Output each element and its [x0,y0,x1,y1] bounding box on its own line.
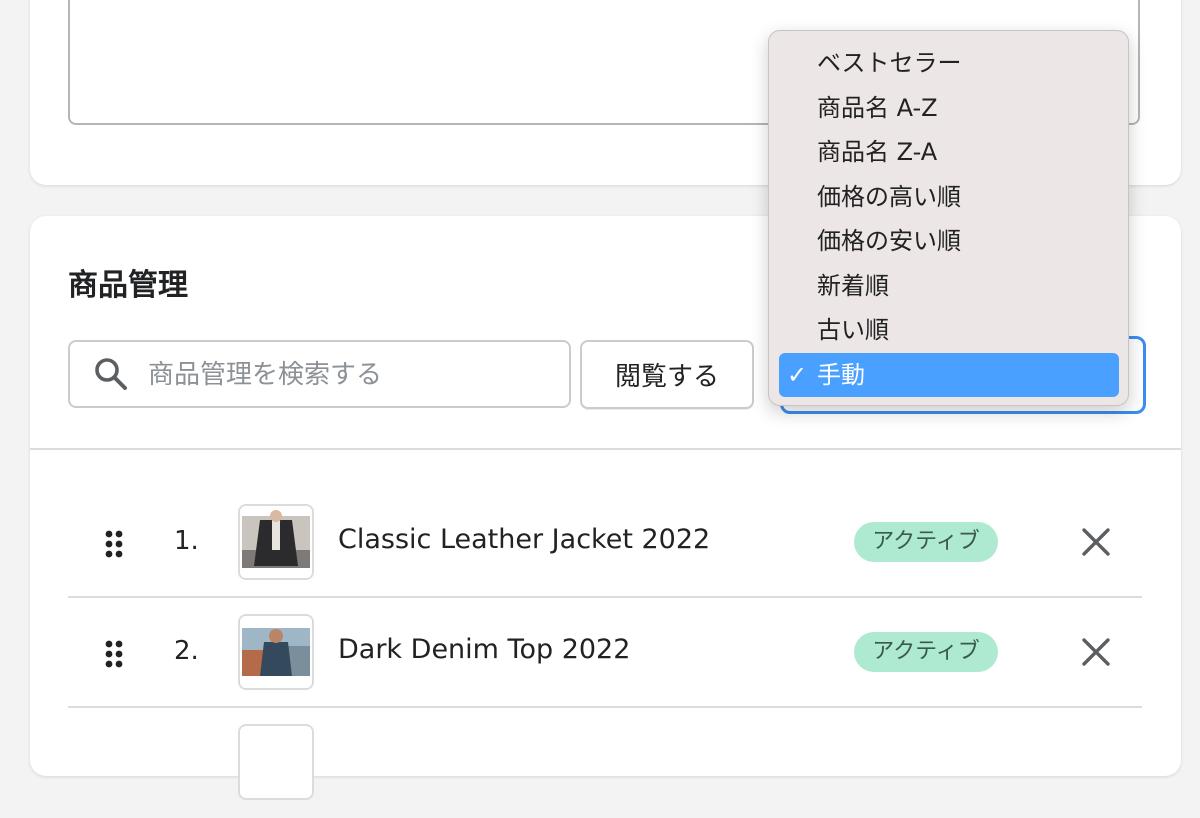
close-icon [1082,528,1110,556]
product-name[interactable]: Dark Denim Top 2022 [338,634,630,665]
search-field[interactable] [68,340,571,408]
denim-top-image [238,614,314,690]
close-icon [1082,638,1110,666]
sort-dropdown-menu: ベストセラー 商品名 A-Z 商品名 Z-A 価格の高い順 価格の安い順 新着順… [768,30,1129,406]
remove-product-button[interactable] [1074,630,1118,674]
row-index: 2. [174,636,199,666]
product-row [68,708,1142,818]
sort-option-name-az[interactable]: 商品名 A-Z [779,86,1119,130]
remove-product-button[interactable] [1074,520,1118,564]
search-input[interactable] [146,350,550,400]
sort-option-name-za[interactable]: 商品名 Z-A [779,130,1119,174]
row-index: 1. [174,526,199,556]
sort-option-newest[interactable]: 新着順 [779,264,1119,308]
leather-jacket-image [238,504,314,580]
sort-option-price-low[interactable]: 価格の安い順 [779,219,1119,263]
search-icon [95,358,127,390]
drag-handle-icon[interactable] [104,640,124,668]
sort-option-price-high[interactable]: 価格の高い順 [779,175,1119,219]
sort-option-manual[interactable]: ✓ 手動 [779,353,1119,397]
sort-option-best-selling[interactable]: ベストセラー [779,41,1119,85]
product-row: 1. Classic Leather Jacket 2022 アクティブ [68,488,1142,598]
product-name[interactable]: Classic Leather Jacket 2022 [338,524,710,555]
drag-handle-icon[interactable] [104,530,124,558]
status-badge: アクティブ [854,632,998,672]
product-image [238,724,314,800]
section-title: 商品管理 [68,268,188,303]
sort-option-oldest[interactable]: 古い順 [779,308,1119,352]
product-row: 2. Dark Denim Top 2022 アクティブ [68,598,1142,708]
browse-button[interactable]: 閲覧する [580,340,754,409]
checkmark-icon: ✓ [787,361,808,389]
status-badge: アクティブ [854,522,998,562]
divider [30,448,1181,450]
